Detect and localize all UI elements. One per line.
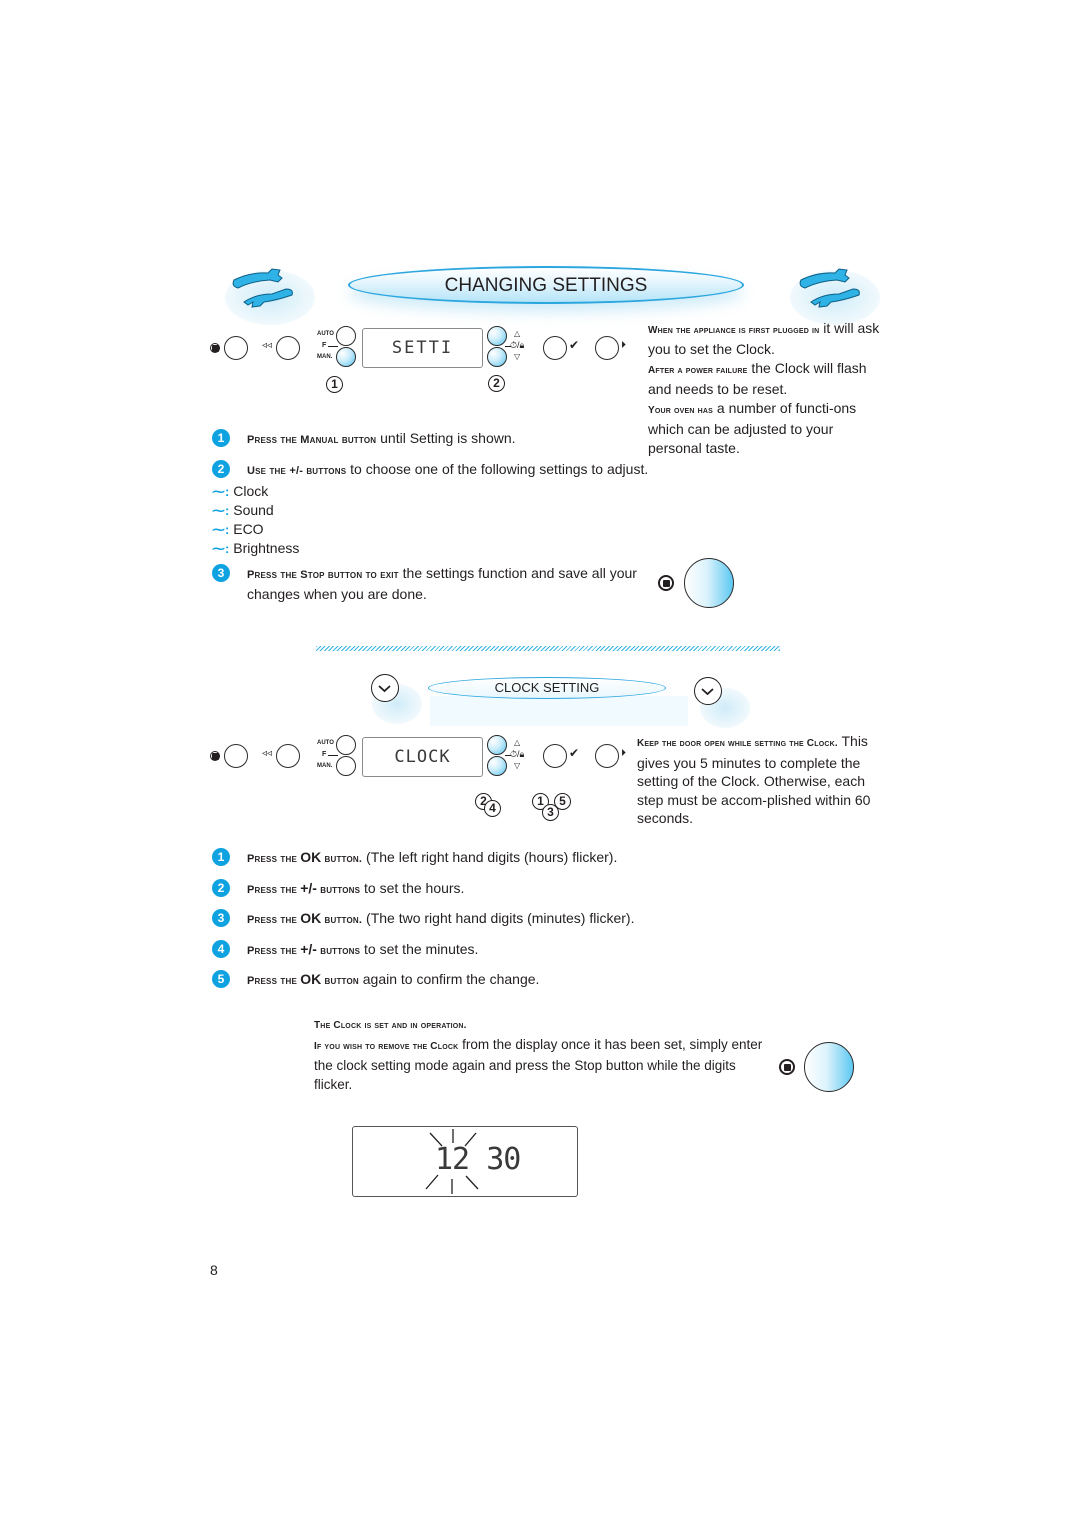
play-icon: ⏵: [621, 748, 626, 759]
down-arrow-icon: ▽: [514, 761, 521, 770]
check-icon: ✔: [569, 746, 580, 760]
section-title: CLOCK SETTING: [494, 680, 600, 695]
clock-banner-backdrop: [430, 696, 688, 726]
auto-button[interactable]: [336, 735, 356, 755]
ok-button[interactable]: [543, 744, 567, 768]
step-number: 3: [212, 909, 230, 927]
list-item: ⁓: Sound: [212, 502, 274, 518]
stop-icon: [658, 575, 674, 591]
clock-note: Keep the door open while setting the Clo…: [637, 733, 871, 826]
ok-button[interactable]: [543, 336, 567, 360]
page-title: CHANGING SETTINGS: [444, 275, 648, 296]
manual-button[interactable]: [336, 756, 356, 776]
up-arrow-icon: △: [514, 329, 521, 338]
manual-button[interactable]: [336, 347, 356, 367]
f-line: [328, 755, 338, 756]
lcd-display: CLOCK: [362, 737, 483, 777]
wave-bullet-icon: ⁓:: [212, 522, 230, 537]
page-number: 8: [210, 1262, 218, 1278]
step-number: 2: [212, 878, 230, 897]
start-button[interactable]: [595, 744, 619, 768]
man-label: MAN.: [317, 354, 333, 360]
stop-button-large[interactable]: [684, 558, 734, 608]
down-arrow-icon: ▽: [514, 352, 521, 361]
play-icon: ⏵: [621, 340, 626, 351]
wrench-pair-icon: [232, 268, 293, 308]
step-number: 3: [212, 564, 230, 582]
step-number: 5: [212, 970, 230, 988]
step-number: 2: [212, 460, 230, 478]
settings-step-3: Press the Stop button to exit the settin…: [247, 565, 637, 602]
timer-lock-icon: ⏱/🔒︎: [510, 749, 525, 759]
wrench-pair-icon: [799, 268, 860, 308]
lcd-display: SETTI: [362, 328, 483, 368]
stop-icon: [210, 751, 220, 761]
rewind-icon: ◃◃: [262, 340, 273, 351]
clock-minutes: 30: [486, 1142, 521, 1177]
minus-button[interactable]: [487, 347, 507, 367]
wave-bullet-icon: ⁓:: [212, 484, 230, 499]
start-button[interactable]: [595, 336, 619, 360]
list-item: ⁓: Brightness: [212, 540, 300, 556]
step-number: 1: [212, 848, 230, 866]
control-panel-settings: ◃◃ AUTO F MAN. SETTI △ ⏱/🔒︎ ▽ ✔ ⏵ 1 2: [200, 320, 640, 400]
control-panel-clock: ◃◃ AUTO F MAN. CLOCK △ ⏱/🔒︎ ▽ ✔ ⏵ 2 4 1 …: [200, 730, 640, 830]
settings-list: ⁓: Clock ⁓: Sound ⁓: ECO ⁓: Brightness: [212, 482, 299, 558]
f-line: [328, 346, 338, 347]
f-label: F: [322, 342, 327, 349]
callout-4: 4: [484, 800, 501, 817]
footer-note: The Clock is set and in operation. If yo…: [314, 1020, 763, 1092]
intro-note: When the appliance is first plugged in i…: [648, 320, 880, 456]
stop-icon: [210, 343, 220, 353]
settings-step-2: Use the +/- buttons to choose one of the…: [247, 461, 649, 477]
f-label: F: [322, 751, 327, 758]
rewind-icon: ◃◃: [262, 748, 273, 759]
callout-2: 2: [488, 375, 505, 392]
auto-label: AUTO: [317, 740, 334, 746]
callout-5: 5: [554, 793, 571, 810]
plus-button[interactable]: [487, 326, 507, 346]
man-label: MAN.: [317, 763, 333, 769]
stop-button[interactable]: [224, 336, 248, 360]
callout-1: 1: [326, 376, 343, 393]
step-number: 1: [212, 429, 230, 447]
list-item: ⁓: Clock: [212, 483, 269, 499]
stop-button-large[interactable]: [804, 1042, 854, 1092]
settings-step-1: Press the Manual button until Setting is…: [247, 430, 516, 446]
back-button[interactable]: [276, 744, 300, 768]
check-icon: ✔: [569, 338, 580, 352]
wave-bullet-icon: ⁓:: [212, 541, 230, 556]
plus-button[interactable]: [487, 735, 507, 755]
auto-button[interactable]: [336, 326, 356, 346]
clock-setting-banner: CLOCK SETTING: [428, 677, 666, 699]
section-divider: [316, 646, 780, 651]
clock-digits: 12 30: [435, 1142, 521, 1177]
clock-display: 12 30: [352, 1126, 578, 1197]
step-number: 4: [212, 939, 230, 958]
back-button[interactable]: [276, 336, 300, 360]
minus-button[interactable]: [487, 756, 507, 776]
list-item: ⁓: ECO: [212, 521, 264, 537]
clock-icon: [371, 674, 399, 702]
stop-icon: [779, 1059, 795, 1075]
timer-lock-icon: ⏱/🔒︎: [510, 340, 525, 350]
stop-button[interactable]: [224, 744, 248, 768]
clock-icon: [694, 677, 722, 705]
clock-hours: 12: [435, 1142, 470, 1177]
section-banner: CHANGING SETTINGS: [348, 266, 744, 304]
auto-label: AUTO: [317, 331, 334, 337]
wave-bullet-icon: ⁓:: [212, 503, 230, 518]
up-arrow-icon: △: [514, 738, 521, 747]
